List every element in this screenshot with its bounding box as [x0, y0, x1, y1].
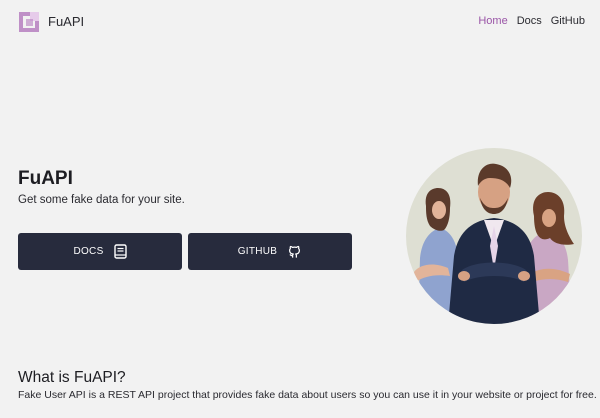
docs-button-label: DOCS: [73, 246, 104, 257]
bracket-square-logo-icon[interactable]: [18, 11, 40, 33]
github-button-label: GITHUB: [237, 246, 278, 257]
top-navbar: FuAPI Home Docs GitHub: [0, 0, 600, 44]
docs-button[interactable]: DOCS: [18, 233, 182, 270]
about-title: What is FuAPI?: [18, 369, 126, 386]
brand-name[interactable]: FuAPI: [48, 14, 84, 29]
team-people-illustration-icon: [406, 148, 582, 324]
book-icon: [113, 244, 127, 259]
nav-link-docs[interactable]: Docs: [517, 15, 542, 27]
nav-links: Home Docs GitHub: [478, 15, 585, 27]
hero-subtitle: Get some fake data for your site.: [18, 194, 185, 206]
nav-link-home[interactable]: Home: [478, 15, 507, 27]
nav-link-github[interactable]: GitHub: [551, 15, 585, 27]
github-button[interactable]: GITHUB: [188, 233, 352, 270]
github-icon: [289, 245, 301, 258]
about-text: Fake User API is a REST API project that…: [18, 389, 597, 401]
hero-title: FuAPI: [18, 168, 73, 189]
